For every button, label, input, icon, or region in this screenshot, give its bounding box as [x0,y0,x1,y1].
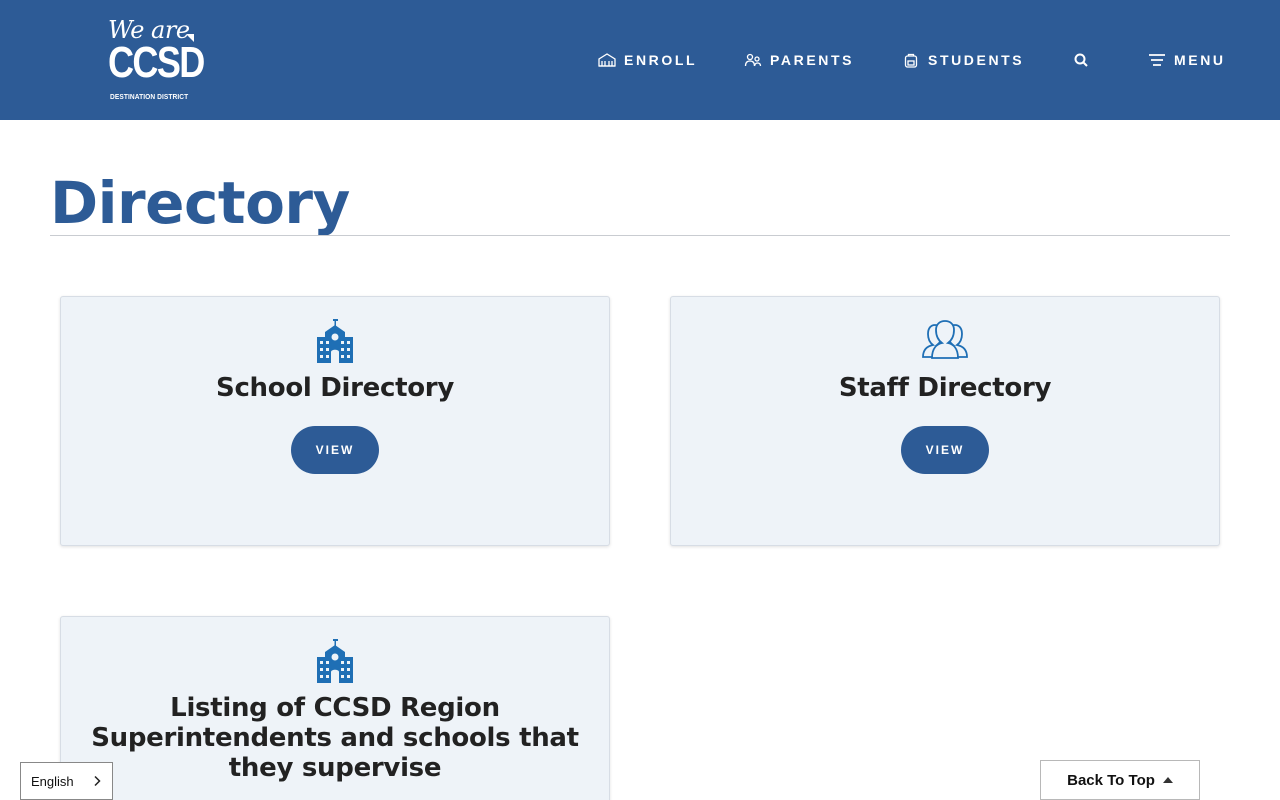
staff-directory-view-button[interactable]: VIEW [901,426,989,474]
logo-line-2: CCSD [108,38,205,87]
page-title: Directory [50,169,350,237]
back-to-top-button[interactable]: Back To Top [1040,760,1200,800]
nav-students[interactable]: STUDENTS [902,48,1024,72]
school-directory-card: School Directory VIEW [60,296,610,546]
school-icon [61,639,609,683]
region-superintendents-card: Listing of CCSD Region Superintendents a… [60,616,610,800]
caret-up-icon [1162,777,1173,783]
nav-enroll[interactable]: ENROLL [598,48,697,72]
title-divider [50,235,1230,236]
backpack-icon [902,52,920,68]
language-selector[interactable]: English [20,762,113,800]
site-header: We are CCSD DESTINATION DISTRICT ENROLL … [0,0,1280,120]
nav-students-label: STUDENTS [928,52,1025,68]
staff-directory-card: Staff Directory VIEW [670,296,1220,546]
hamburger-menu-icon [1148,52,1166,68]
search-button[interactable] [1072,48,1092,72]
people-group-icon [671,319,1219,363]
search-icon [1072,52,1090,68]
nav-menu-label: MENU [1174,52,1226,68]
nav-parents-label: PARENTS [770,52,855,68]
parents-icon [744,52,762,68]
ccsd-logo[interactable]: We are CCSD DESTINATION DISTRICT [106,16,205,104]
nav-enroll-label: ENROLL [624,52,698,68]
card-title: Listing of CCSD Region Superintendents a… [91,693,579,783]
card-title: Staff Directory [838,373,1052,403]
menu-button[interactable]: MENU [1148,48,1226,72]
school-icon [61,319,609,363]
school-building-icon [598,52,616,68]
card-title: School Directory [216,373,454,403]
language-selected-value: English [31,773,74,789]
back-to-top-label: Back To Top [1067,771,1155,789]
school-directory-view-button[interactable]: VIEW [291,426,379,474]
chevron-right-icon [92,775,102,787]
logo-tagline: DESTINATION DISTRICT [110,92,189,101]
nav-parents[interactable]: PARENTS [744,48,854,72]
